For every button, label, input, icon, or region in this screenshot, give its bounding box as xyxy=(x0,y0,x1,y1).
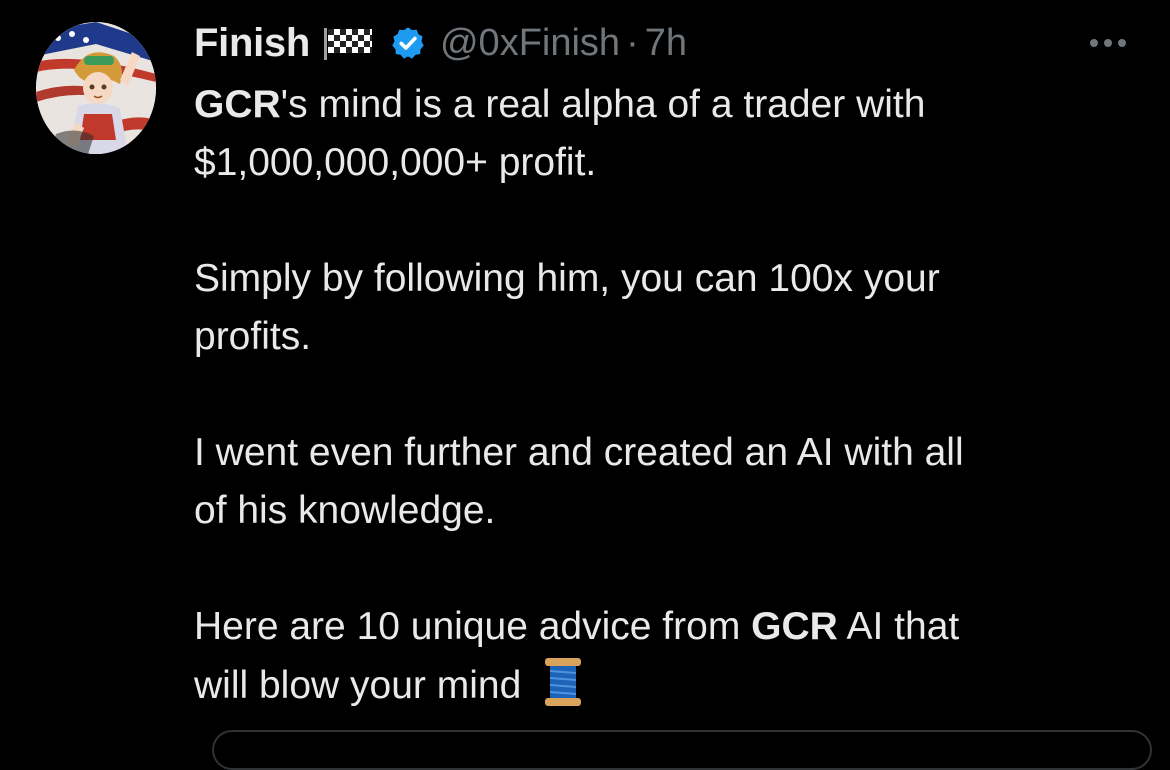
text-line: will blow your mind xyxy=(194,656,1134,715)
tweet-paragraph-4: Here are 10 unique advice from GCR AI th… xyxy=(194,598,1134,715)
checkered-flag-icon xyxy=(322,26,376,60)
avatar[interactable] xyxy=(36,22,156,154)
tweet-paragraph-1: GCR's mind is a real alpha of a trader w… xyxy=(194,76,1134,192)
display-name[interactable]: Finish xyxy=(194,21,310,66)
tweet-paragraph-2: Simply by following him, you can 100x yo… xyxy=(194,250,1134,366)
mention-gcr: GCR xyxy=(194,83,281,126)
text-line: $1,000,000,000+ profit. xyxy=(194,141,597,184)
tweet-header: Finish @0xFinish · 7h xyxy=(194,16,687,70)
text-line: Simply by following him, you can 100x yo… xyxy=(194,257,940,300)
separator-dot: · xyxy=(626,21,639,64)
text-line: Here are 10 unique advice from GCR AI th… xyxy=(194,598,1134,656)
verified-badge-icon[interactable] xyxy=(390,25,426,61)
text-segment: Here are 10 unique advice from xyxy=(194,605,752,648)
tweet[interactable]: Finish @0xFinish · 7h GCR's mind is a re… xyxy=(0,0,1170,770)
text-line: I went even further and created an AI wi… xyxy=(194,431,964,474)
timestamp[interactable]: 7h xyxy=(645,22,687,65)
tweet-paragraph-3: I went even further and created an AI wi… xyxy=(194,424,1134,540)
anime-character-avatar xyxy=(36,22,156,154)
more-options-icon[interactable] xyxy=(1086,28,1130,58)
text-segment: 's mind is a real alpha of a trader with xyxy=(280,83,926,126)
text-line: GCR's mind is a real alpha of a trader w… xyxy=(194,76,1134,134)
text-segment: will blow your mind xyxy=(194,664,522,707)
text-line: profits. xyxy=(194,315,312,358)
mention-gcr: GCR xyxy=(751,605,838,648)
spool-of-thread-icon xyxy=(543,656,583,708)
user-handle[interactable]: @0xFinish xyxy=(440,22,620,65)
text-line: of his knowledge. xyxy=(194,489,496,532)
attached-card[interactable] xyxy=(212,730,1152,770)
tweet-text: GCR's mind is a real alpha of a trader w… xyxy=(194,76,1134,715)
text-segment: AI that xyxy=(837,605,960,648)
